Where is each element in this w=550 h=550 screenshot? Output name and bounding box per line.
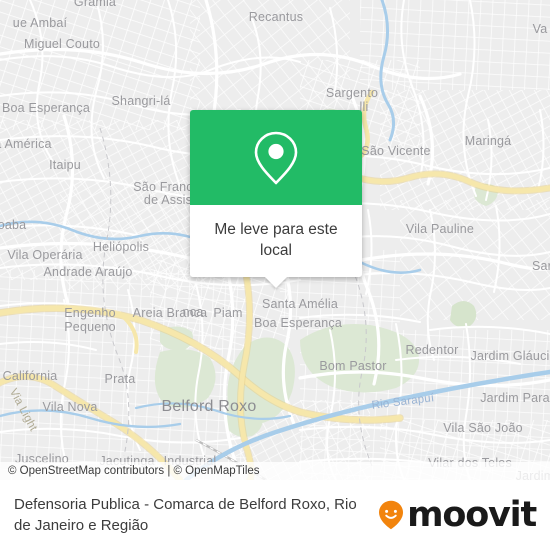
callout-body: Me leve para este local <box>190 205 362 277</box>
moovit-map-screen: Gramia Recantus ue Ambaí Miguel Couto Sargen… <box>0 0 550 550</box>
attribution-text: © OpenStreetMap contributors | © OpenMap… <box>8 465 260 477</box>
moovit-pin-icon <box>379 500 404 530</box>
moovit-wordmark: moovit <box>407 494 537 535</box>
location-pin-icon <box>254 131 298 184</box>
callout-pointer <box>265 277 287 288</box>
page-title: Defensoria Publica - Comarca de Belford … <box>14 496 357 534</box>
callout-header <box>190 110 362 205</box>
footer-bar: Defensoria Publica - Comarca de Belford … <box>0 480 550 550</box>
moovit-logo[interactable]: moovit <box>378 494 537 535</box>
map-attribution: © OpenStreetMap contributors | © OpenMap… <box>0 462 550 480</box>
destination-callout-card[interactable]: Me leve para este local <box>190 110 362 288</box>
map-canvas[interactable]: Gramia Recantus ue Ambaí Miguel Couto Sargen… <box>0 0 550 480</box>
callout-text: Me leve para este local <box>214 221 338 259</box>
